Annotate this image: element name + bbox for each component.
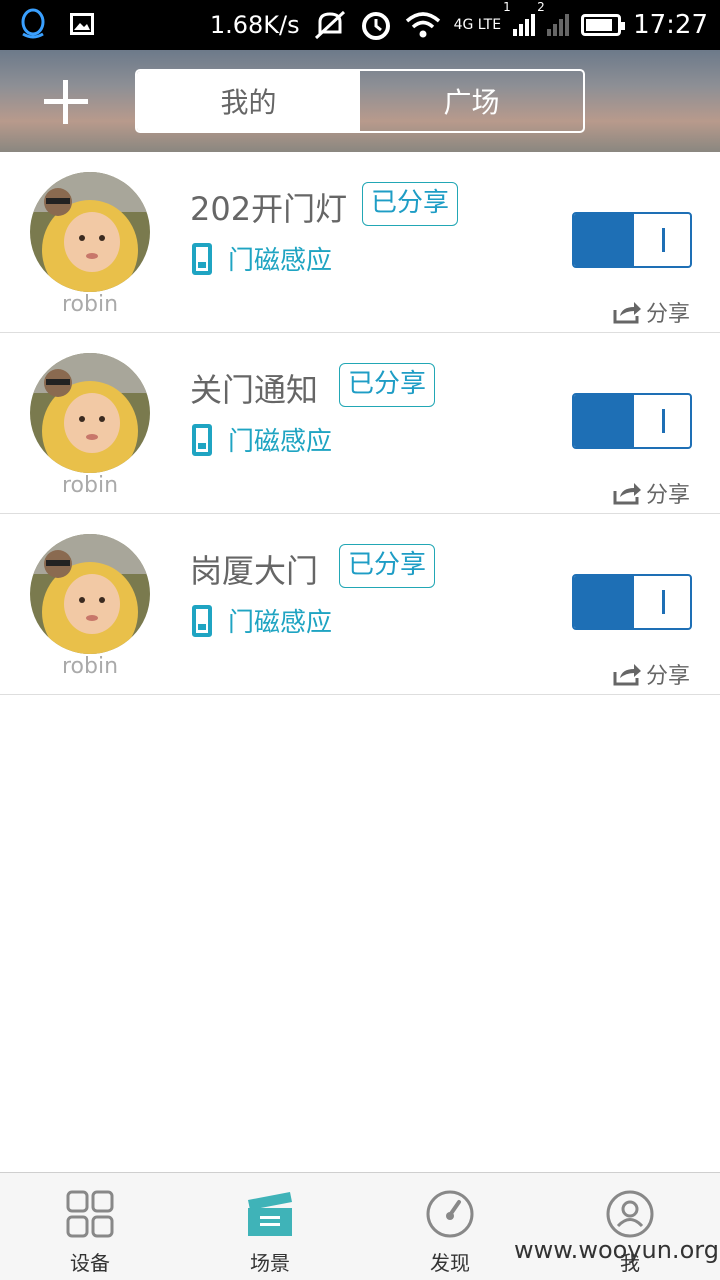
gallery-icon	[70, 13, 94, 35]
scene-toggle[interactable]	[572, 393, 692, 449]
share-button[interactable]: 分享	[612, 658, 690, 690]
share-label: 分享	[645, 302, 690, 327]
sim2-index: 2	[537, 0, 545, 14]
scene-row[interactable]: robin 岗厦大门 已分享 门磁感应 分享	[0, 514, 720, 695]
trigger-label: 门磁感应	[228, 427, 333, 457]
signal-sim2-icon	[547, 14, 570, 36]
scene-title: 关门通知	[190, 371, 319, 409]
trigger: 门磁感应	[192, 602, 332, 639]
qq-icon	[21, 8, 45, 39]
tab-scenes[interactable]: 场景	[180, 1173, 360, 1280]
watermark: www.wooyun.org	[514, 1236, 719, 1264]
owner-name: robin	[61, 292, 119, 317]
trigger: 门磁感应	[192, 240, 332, 277]
scene-toggle[interactable]	[572, 574, 692, 630]
scene-title: 202开门灯	[190, 190, 348, 228]
share-button[interactable]: 分享	[612, 477, 690, 509]
alarm-icon	[361, 12, 390, 40]
owner-name: robin	[61, 473, 119, 498]
trigger-label: 门磁感应	[228, 608, 333, 638]
share-icon	[613, 302, 641, 324]
status-bar: 1.68K/s 4G LTE 1 2 17:27	[0, 0, 720, 50]
share-button[interactable]: 分享	[612, 296, 690, 328]
tab-devices[interactable]: 设备	[0, 1173, 180, 1280]
add-scene-button[interactable]	[44, 80, 88, 124]
tab-switcher: 我的 广场	[135, 69, 585, 133]
sim1-index: 1	[503, 0, 511, 14]
network-type: 4G LTE	[453, 17, 502, 33]
share-label: 分享	[645, 664, 690, 689]
battery-icon	[581, 14, 626, 36]
share-icon	[613, 664, 641, 686]
avatar	[30, 172, 150, 292]
signal-icon	[513, 14, 536, 36]
device-grid-icon	[65, 1189, 115, 1239]
scene-row[interactable]: robin 关门通知 已分享 门磁感应 分享	[0, 333, 720, 514]
clock: 17:27	[633, 10, 708, 40]
owner-name: robin	[61, 654, 119, 679]
tab-discover[interactable]: 发现	[360, 1173, 540, 1280]
tab-square[interactable]: 广场	[360, 71, 583, 131]
net-speed: 1.68K/s	[209, 11, 300, 39]
trigger: 门磁感应	[192, 421, 332, 458]
share-icon	[613, 483, 641, 505]
scene-list: robin 202开门灯 已分享 门磁感应 分享 robin 关门通知 已分享 …	[0, 152, 720, 695]
scene-title: 岗厦大门	[190, 552, 319, 590]
shared-badge: 已分享	[339, 544, 436, 588]
discover-gauge-icon	[425, 1189, 475, 1239]
shared-badge: 已分享	[362, 182, 459, 226]
mute-icon	[314, 10, 345, 40]
avatar	[30, 353, 150, 473]
tab-scenes-label: 场景	[250, 1251, 290, 1275]
scene-row[interactable]: robin 202开门灯 已分享 门磁感应 分享	[0, 152, 720, 333]
profile-icon	[605, 1189, 655, 1239]
avatar	[30, 534, 150, 654]
tab-discover-label: 发现	[430, 1251, 470, 1275]
door-sensor-icon	[192, 604, 212, 637]
shared-badge: 已分享	[339, 363, 436, 407]
tab-devices-label: 设备	[70, 1251, 110, 1275]
door-sensor-icon	[192, 242, 212, 275]
header: 我的 广场	[0, 50, 720, 152]
door-sensor-icon	[192, 423, 212, 456]
share-label: 分享	[645, 483, 690, 508]
wifi-icon	[405, 12, 440, 38]
scene-clapper-icon	[245, 1189, 295, 1239]
tab-mine[interactable]: 我的	[137, 71, 360, 131]
trigger-label: 门磁感应	[228, 246, 333, 276]
scene-toggle[interactable]	[572, 212, 692, 268]
